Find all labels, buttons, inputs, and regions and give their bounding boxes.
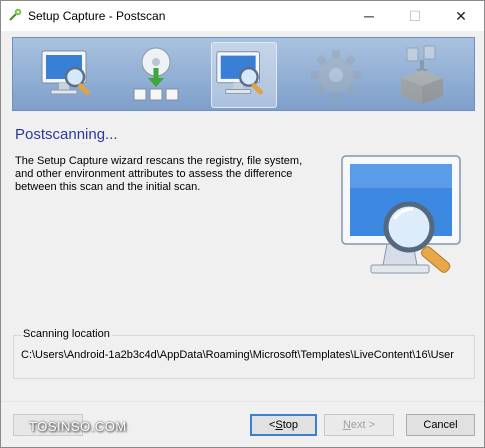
package-icon — [401, 45, 443, 104]
stop-button-label: top — [282, 419, 299, 431]
step-description: The Setup Capture wizard rescans the reg… — [15, 155, 303, 193]
watermark-text: TOSINSO.COM — [29, 419, 127, 434]
wizard-step-bar — [12, 37, 475, 111]
monitor-magnifier-icon — [41, 50, 90, 96]
app-icon — [9, 8, 22, 21]
next-button-hotkey: N — [342, 419, 351, 431]
setup-capture-window: Setup Capture - Postscan ─ ☐ ✕ Postscann… — [0, 0, 485, 448]
gear-icon — [311, 50, 361, 100]
monitor-magnifier-illustration — [341, 155, 461, 274]
window-title: Setup Capture - Postscan — [28, 9, 166, 23]
stop-button[interactable]: < Stop — [250, 414, 317, 436]
page-heading: Postscanning... — [15, 126, 118, 143]
scanning-location-label: Scanning location — [21, 328, 112, 340]
disc-install-icon — [133, 47, 179, 101]
next-button-label: ext > — [350, 419, 376, 431]
monitor-magnifier-icon-current — [211, 42, 277, 108]
next-button[interactable]: Next > — [324, 414, 394, 436]
cancel-button[interactable]: Cancel — [406, 414, 475, 436]
bottom-separator — [1, 401, 484, 402]
stop-button-hotkey: S — [275, 419, 283, 431]
minimize-button[interactable]: ─ — [346, 1, 392, 31]
close-button[interactable]: ✕ — [438, 1, 484, 31]
scanning-location-path: C:\Users\Android-1a2b3c4d\AppData\Roamin… — [21, 349, 454, 361]
title-bar: Setup Capture - Postscan ─ ☐ ✕ — [1, 1, 484, 31]
maximize-button[interactable]: ☐ — [392, 1, 438, 31]
